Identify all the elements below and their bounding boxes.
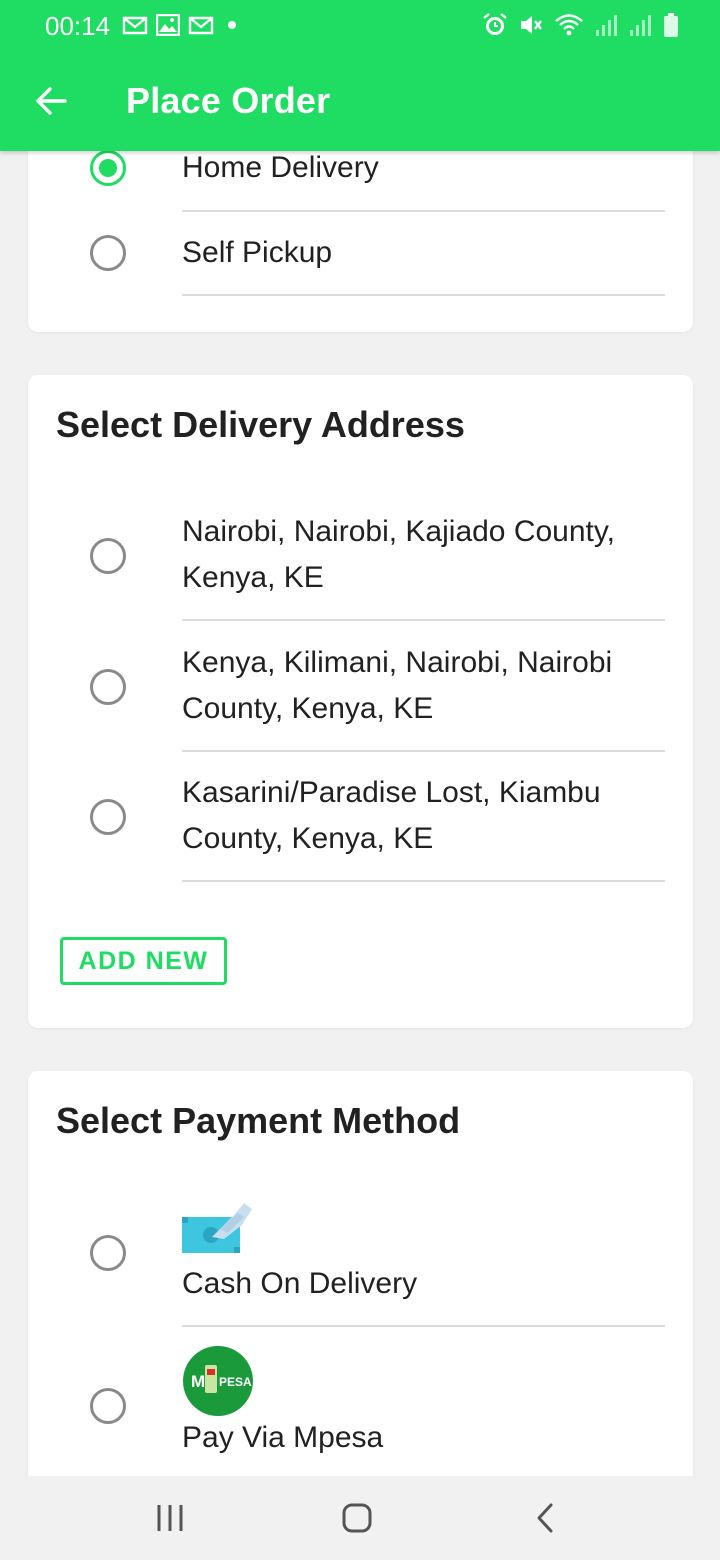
option-label: Self Pickup xyxy=(182,236,333,269)
radio-button-selected[interactable] xyxy=(90,150,126,186)
payment-method-card: Select Payment Method Cash On Delivery M… xyxy=(28,1071,693,1476)
section-title: Select Delivery Address xyxy=(56,404,465,445)
payment-label: Pay Via Mpesa xyxy=(182,1421,384,1454)
back-button[interactable] xyxy=(28,78,74,124)
page-title: Place Order xyxy=(126,80,331,121)
home-button[interactable] xyxy=(327,1494,387,1542)
system-nav-bar xyxy=(0,1476,720,1560)
recent-apps-icon xyxy=(157,1505,183,1531)
radio-button[interactable] xyxy=(90,669,126,705)
payment-option-cash[interactable]: Cash On Delivery xyxy=(28,1199,693,1309)
divider xyxy=(182,619,665,621)
gmail-icon xyxy=(122,16,148,35)
mute-icon xyxy=(521,16,542,34)
divider xyxy=(182,750,665,752)
recent-apps-button[interactable] xyxy=(140,1494,200,1542)
battery-icon xyxy=(664,13,678,37)
radio-button[interactable] xyxy=(90,799,126,835)
wifi-icon xyxy=(555,14,583,36)
radio-button[interactable] xyxy=(90,235,126,271)
divider xyxy=(182,210,665,212)
home-icon xyxy=(342,1503,372,1533)
address-line-1: Kasarini/Paradise Lost, Kiambu xyxy=(182,776,601,809)
svg-text:PESA: PESA xyxy=(219,1375,252,1389)
address-option[interactable]: Kenya, Kilimani, Nairobi, Nairobi County… xyxy=(28,640,693,732)
radio-button[interactable] xyxy=(90,1388,126,1424)
option-label: Home Delivery xyxy=(182,151,379,184)
address-line-1: Kenya, Kilimani, Nairobi, Nairobi xyxy=(182,646,613,679)
payment-option-mpesa[interactable]: M PESA Pay Via Mpesa xyxy=(28,1345,693,1455)
back-icon xyxy=(537,1503,553,1533)
notification-icons xyxy=(122,14,242,36)
address-option[interactable]: Kasarini/Paradise Lost, Kiambu County, K… xyxy=(28,770,693,862)
delivery-option-pickup[interactable]: Self Pickup xyxy=(28,230,693,276)
address-option[interactable]: Nairobi, Nairobi, Kajiado County, Kenya,… xyxy=(28,509,693,601)
section-title: Select Payment Method xyxy=(56,1100,461,1141)
divider xyxy=(182,880,665,882)
nav-back-button[interactable] xyxy=(515,1494,575,1542)
mpesa-logo: M PESA xyxy=(182,1345,254,1422)
status-time: 00:14 xyxy=(45,11,111,41)
gmail-icon xyxy=(188,16,214,35)
image-icon xyxy=(156,14,180,36)
address-line-2: County, Kenya, KE xyxy=(182,692,434,725)
arrow-left-icon xyxy=(36,87,67,115)
payment-label: Cash On Delivery xyxy=(182,1267,418,1300)
radio-button[interactable] xyxy=(90,1235,126,1271)
scroll-content[interactable]: Home Delivery Self Pickup Select Deliver… xyxy=(0,0,720,1476)
divider xyxy=(182,1325,665,1327)
signal-icon xyxy=(596,15,617,36)
svg-text:M: M xyxy=(191,1372,205,1391)
divider xyxy=(182,294,665,296)
address-line-2: County, Kenya, KE xyxy=(182,822,434,855)
alarm-icon xyxy=(483,13,507,35)
delivery-address-card: Select Delivery Address Nairobi, Nairobi… xyxy=(28,375,693,1028)
header: 00:14 Place Order xyxy=(0,0,720,151)
radio-button[interactable] xyxy=(90,538,126,574)
dot-icon xyxy=(228,21,236,29)
app-bar: Place Order xyxy=(0,52,720,151)
signal-icon xyxy=(630,15,651,36)
system-icons xyxy=(482,12,680,38)
address-line-2: Kenya, KE xyxy=(182,561,324,594)
cash-icon xyxy=(182,1199,256,1262)
address-line-1: Nairobi, Nairobi, Kajiado County, xyxy=(182,515,615,548)
status-bar: 00:14 xyxy=(0,0,720,52)
add-new-address-button[interactable]: ADD NEW xyxy=(60,937,227,985)
delivery-option-home[interactable]: Home Delivery xyxy=(28,145,693,191)
